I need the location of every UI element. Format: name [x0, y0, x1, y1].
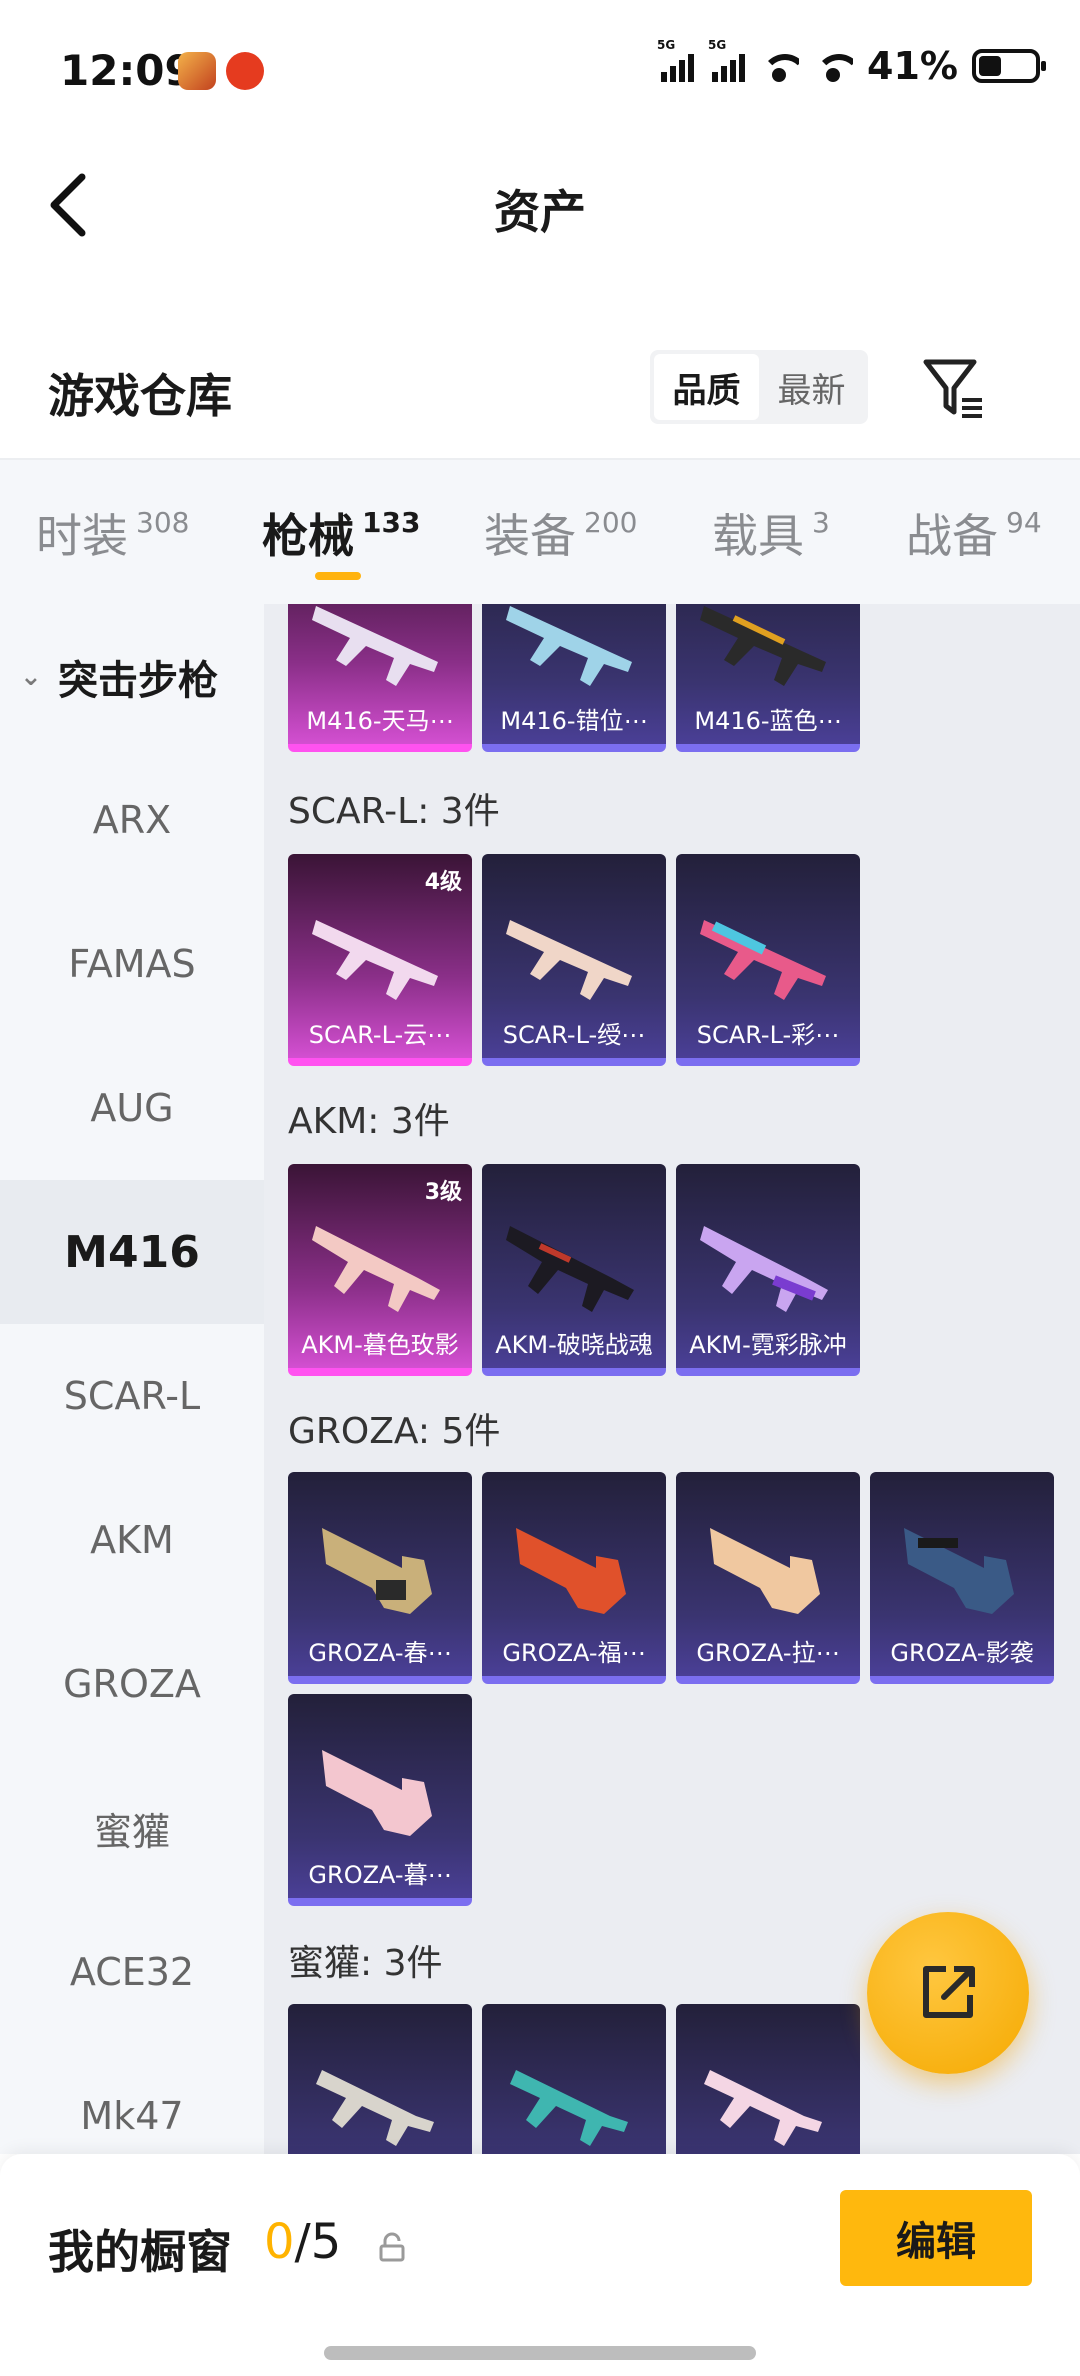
rifle-icon [510, 2070, 628, 2146]
skin-name: M416-天马⋯ [306, 707, 454, 735]
skin-card[interactable]: GROZA-暮⋯ [288, 1694, 472, 1906]
skin-name: AKM-霓彩脉冲 [689, 1331, 847, 1359]
skin-card[interactable]: 3级 AKM-暮色玫影 [288, 1164, 472, 1376]
tab-fashion[interactable]: 时装 308 [36, 500, 189, 566]
skin-name: GROZA-影袭 [890, 1639, 1034, 1667]
rifle-icon [700, 920, 826, 1000]
rifle-icon [704, 2070, 822, 2146]
skin-card[interactable]: AKM-破晓战魂 [482, 1164, 666, 1376]
filter-icon [923, 359, 982, 418]
sidebar-item-scar-l[interactable]: SCAR-L [0, 1324, 264, 1468]
skin-card[interactable]: M416-天马⋯ [288, 604, 472, 752]
skin-name: SCAR-L-云⋯ [308, 1021, 452, 1049]
rifle-icon [506, 606, 632, 686]
rifle-icon [700, 606, 826, 686]
skin-card[interactable] [676, 2004, 860, 2154]
filter-button[interactable] [918, 352, 990, 424]
status-bar: 12:09 5G 5G 41% [0, 0, 1080, 140]
skin-name: M416-蓝色⋯ [694, 707, 842, 735]
skin-name: GROZA-暮⋯ [308, 1861, 452, 1889]
active-tab-indicator [315, 572, 361, 580]
showcase-bar: 我的橱窗 0/5 编辑 [0, 2154, 1080, 2376]
rifle-icon [506, 1226, 634, 1312]
skin-name: GROZA-拉⋯ [696, 1639, 840, 1667]
share-external-icon [923, 1966, 975, 2018]
lock-icon [379, 2232, 405, 2262]
skin-card[interactable]: SCAR-L-绶⋯ [482, 854, 666, 1066]
battery-percent: 41% [867, 44, 958, 88]
skin-card[interactable] [288, 2004, 472, 2154]
rifle-icon [322, 1528, 432, 1614]
tab-equipment[interactable]: 装备 200 [484, 500, 637, 566]
tab-firearms[interactable]: 枪械 133 [262, 500, 420, 566]
section-label: GROZA: 5件 [288, 1411, 501, 1452]
showcase-count: 0/5 [264, 2214, 342, 2270]
signal-icon: 5G [708, 38, 746, 82]
warehouse-title: 游戏仓库 [48, 369, 232, 423]
section-label: SCAR-L: 3件 [288, 791, 500, 832]
status-time: 12:09 [60, 46, 194, 95]
status-indicators: 5G 5G 41% [657, 38, 1046, 88]
category-tabs: 时装 308 枪械 133 装备 200 载具 3 战备 94 [0, 458, 1080, 604]
sidebar-item-m416[interactable]: M416 [0, 1180, 264, 1324]
sort-toggle[interactable]: 品质 最新 [650, 350, 868, 424]
edit-button[interactable]: 编辑 [840, 2190, 1032, 2286]
sidebar-item-arx[interactable]: ARX [0, 748, 264, 892]
skin-name: GROZA-春⋯ [308, 1639, 452, 1667]
skin-name: AKM-破晓战魂 [495, 1331, 653, 1359]
rifle-icon [312, 1226, 440, 1312]
notification-app-icon [226, 52, 264, 90]
rifle-icon [710, 1528, 820, 1614]
sidebar-group-label: 突击步枪 [58, 658, 218, 704]
rifle-icon [312, 920, 438, 1000]
share-button[interactable] [867, 1912, 1029, 2074]
tab-vehicles[interactable]: 载具 3 [712, 500, 830, 566]
skin-card[interactable]: GROZA-影袭 [870, 1472, 1054, 1684]
sidebar-item-honey-badger[interactable]: 蜜獾 [0, 1756, 264, 1900]
rifle-icon [516, 1528, 626, 1614]
skin-card[interactable]: GROZA-春⋯ [288, 1472, 472, 1684]
sidebar-group-assault-rifles[interactable]: ⌄ 突击步枪 [20, 648, 218, 706]
sidebar-item-ace32[interactable]: ACE32 [0, 1900, 264, 2044]
sidebar-item-aug[interactable]: AUG [0, 1036, 264, 1180]
weapon-type-sidebar: ⌄ 突击步枪 ARX FAMAS AUG M416 SCAR-L AKM GRO… [0, 604, 264, 2154]
skin-card[interactable]: M416-错位⋯ [482, 604, 666, 752]
sort-newest-option[interactable]: 最新 [759, 354, 864, 420]
rifle-icon [312, 606, 438, 686]
section-label: 蜜獾: 3件 [288, 1943, 443, 1984]
game-app-icon [178, 52, 216, 90]
skin-card[interactable] [482, 2004, 666, 2154]
rifle-icon [316, 2070, 434, 2146]
wifi-icon [813, 50, 854, 82]
sidebar-item-akm[interactable]: AKM [0, 1468, 264, 1612]
skin-card[interactable]: GROZA-福⋯ [482, 1472, 666, 1684]
skin-card[interactable]: AKM-霓彩脉冲 [676, 1164, 860, 1376]
skin-card[interactable]: M416-蓝色⋯ [676, 604, 860, 752]
sort-quality-option[interactable]: 品质 [654, 354, 759, 420]
sidebar-item-famas[interactable]: FAMAS [0, 892, 264, 1036]
section-label: AKM: 3件 [288, 1101, 450, 1142]
chevron-down-icon: ⌄ [20, 662, 42, 692]
skin-name: SCAR-L-彩⋯ [696, 1021, 840, 1049]
rifle-icon [700, 1226, 828, 1312]
skin-name: SCAR-L-绶⋯ [502, 1021, 646, 1049]
showcase-label: 我的橱窗 [48, 2225, 232, 2279]
skin-name: GROZA-福⋯ [502, 1639, 646, 1667]
skin-card[interactable]: GROZA-拉⋯ [676, 1472, 860, 1684]
battery-icon [972, 49, 1046, 83]
skin-card[interactable]: 4级 SCAR-L-云⋯ [288, 854, 472, 1066]
sidebar-item-mk47[interactable]: Mk47 [0, 2044, 264, 2154]
rifle-icon [322, 1750, 432, 1836]
rifle-icon [904, 1528, 1014, 1614]
sidebar-item-groza[interactable]: GROZA [0, 1612, 264, 1756]
tab-combat-gear[interactable]: 战备 94 [906, 500, 1042, 566]
home-indicator[interactable] [324, 2346, 756, 2360]
skin-card[interactable]: SCAR-L-彩⋯ [676, 854, 860, 1066]
skin-name: AKM-暮色玫影 [301, 1331, 459, 1359]
skin-name: M416-错位⋯ [500, 707, 648, 735]
page-title: 资产 [494, 185, 586, 239]
signal-icon: 5G [657, 38, 695, 82]
wifi-icon [759, 50, 800, 82]
rifle-icon [506, 920, 632, 1000]
